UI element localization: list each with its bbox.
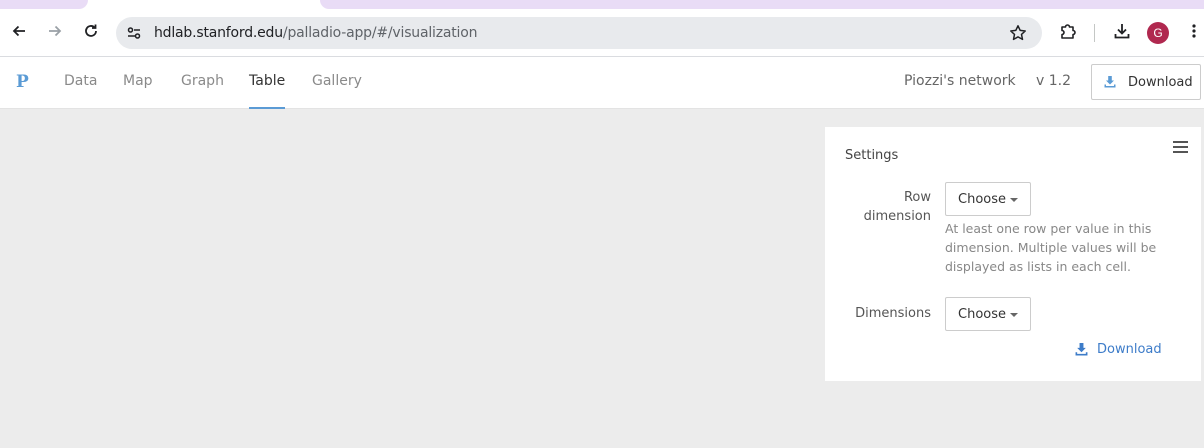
dimensions-label: Dimensions (855, 306, 931, 321)
hamburger-menu-icon[interactable] (1173, 141, 1189, 155)
url-host: hdlab.stanford.edu (154, 25, 283, 41)
dimensions-value: Choose (958, 306, 1006, 322)
site-settings-icon[interactable] (126, 25, 142, 46)
project-name[interactable]: Piozzi's network (904, 73, 1016, 89)
row-dimension-value: Choose (958, 191, 1006, 207)
url-path: /palladio-app/#/visualization (282, 25, 478, 41)
back-icon[interactable] (7, 19, 31, 43)
download-button-label: Download (1128, 74, 1193, 90)
browser-tab-left[interactable] (0, 0, 88, 9)
settings-panel: Settings Row dimension Choose At least o… (825, 127, 1201, 381)
dimensions-select[interactable]: Choose (945, 297, 1031, 331)
browser-toolbar: hdlab.stanford.edu/palladio-app/#/visual… (0, 9, 1204, 57)
bookmark-star-icon[interactable] (1009, 24, 1027, 47)
reload-icon[interactable] (79, 19, 103, 43)
caret-down-icon (1010, 313, 1018, 317)
caret-down-icon (1010, 198, 1018, 202)
url-text: hdlab.stanford.edu/palladio-app/#/visual… (154, 25, 477, 41)
extensions-icon[interactable] (1056, 19, 1080, 43)
address-bar[interactable]: hdlab.stanford.edu/palladio-app/#/visual… (116, 17, 1042, 49)
tab-data[interactable]: Data (64, 73, 97, 89)
tab-table[interactable]: Table (249, 73, 286, 109)
row-dimension-help: At least one row per value in this dimen… (945, 221, 1157, 274)
tab-graph[interactable]: Graph (181, 73, 224, 89)
browser-menu-icon[interactable] (1182, 19, 1204, 43)
browser-tab-right[interactable] (320, 0, 1204, 9)
profile-avatar[interactable]: G (1147, 22, 1169, 44)
download-link-label: Download (1097, 342, 1162, 357)
download-icon (1104, 76, 1116, 88)
palladio-logo[interactable]: P (16, 72, 29, 92)
forward-icon[interactable] (43, 19, 67, 43)
download-icon (1075, 343, 1088, 356)
download-project-button[interactable]: Download (1091, 64, 1201, 100)
row-dimension-label: Row dimension (863, 190, 931, 224)
tab-gallery[interactable]: Gallery (312, 73, 362, 89)
app-navbar: P Data Map Graph Table Gallery Piozzi's … (0, 57, 1204, 109)
toolbar-divider (1094, 24, 1095, 42)
download-table-link[interactable]: Download (1075, 342, 1162, 357)
tab-map[interactable]: Map (123, 73, 153, 89)
settings-title: Settings (845, 148, 899, 163)
row-dimension-select[interactable]: Choose (945, 182, 1031, 216)
downloads-icon[interactable] (1110, 19, 1134, 43)
browser-tab-strip (0, 0, 1204, 9)
version-label: v 1.2 (1036, 73, 1071, 89)
